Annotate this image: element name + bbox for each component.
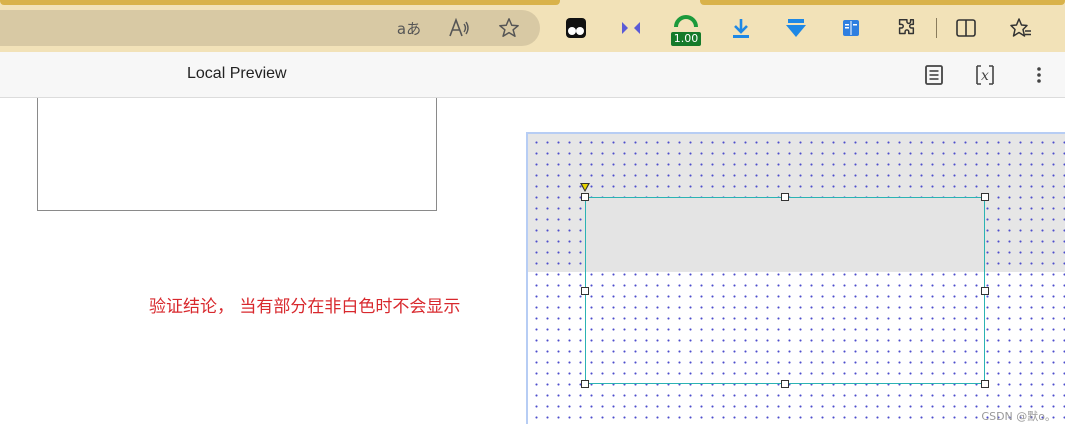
resize-handle-left[interactable]: [581, 287, 589, 295]
design-canvas[interactable]: CSDN @默o。: [526, 132, 1065, 424]
resize-handle-right[interactable]: [981, 287, 989, 295]
extension-book-icon[interactable]: [835, 12, 867, 44]
download-arrow-icon[interactable]: [780, 12, 812, 44]
translate-glyph: aあ: [396, 19, 422, 38]
resize-handle-top[interactable]: [781, 193, 789, 201]
verification-note: 验证结论， 当有部分在非白色时不会显示: [149, 297, 461, 317]
anchor-marker-icon[interactable]: [580, 183, 590, 192]
resize-handle-bottom[interactable]: [781, 380, 789, 388]
read-aloud-translate-icon[interactable]: aあ: [393, 12, 425, 44]
extension-tampermonkey-icon[interactable]: [560, 12, 592, 44]
toolbar-separator: [936, 18, 937, 38]
favorites-icon[interactable]: [1005, 12, 1037, 44]
preview-content: 验证结论， 当有部分在非白色时不会显示 CSDN @默o。: [0, 98, 1065, 424]
extension-speed-icon[interactable]: 1.00: [668, 12, 704, 46]
extensions-puzzle-icon[interactable]: [890, 12, 922, 44]
read-aloud-icon[interactable]: [443, 12, 475, 44]
resize-handle-top-left[interactable]: [581, 193, 589, 201]
app-window: aあ 1.00 Local Preview x 验证结论， 当有部分在非白色时不…: [0, 0, 1065, 424]
extension-bowtie-icon[interactable]: [615, 12, 647, 44]
active-tab-edge[interactable]: [0, 0, 560, 5]
document-view-icon[interactable]: [918, 59, 950, 91]
resize-handle-top-right[interactable]: [981, 193, 989, 201]
watermark: CSDN @默o。: [981, 410, 1056, 423]
selected-element[interactable]: [580, 183, 989, 388]
selected-element-fill: [586, 198, 984, 271]
browser-toolbar: aあ 1.00: [0, 0, 1065, 52]
split-screen-icon[interactable]: [950, 12, 982, 44]
favorite-star-icon[interactable]: [493, 12, 525, 44]
formula-icon[interactable]: x: [969, 59, 1001, 91]
resize-handle-bottom-right[interactable]: [981, 380, 989, 388]
preview-box: [37, 98, 437, 211]
speed-badge: 1.00: [671, 32, 701, 46]
resize-handle-bottom-left[interactable]: [581, 380, 589, 388]
tab-edge-right[interactable]: [700, 0, 1065, 5]
page-title: Local Preview: [187, 65, 287, 82]
preview-header: Local Preview x: [0, 52, 1065, 98]
svg-text:x: x: [981, 68, 989, 84]
download-icon[interactable]: [725, 12, 757, 44]
more-vertical-icon[interactable]: [1023, 59, 1055, 91]
